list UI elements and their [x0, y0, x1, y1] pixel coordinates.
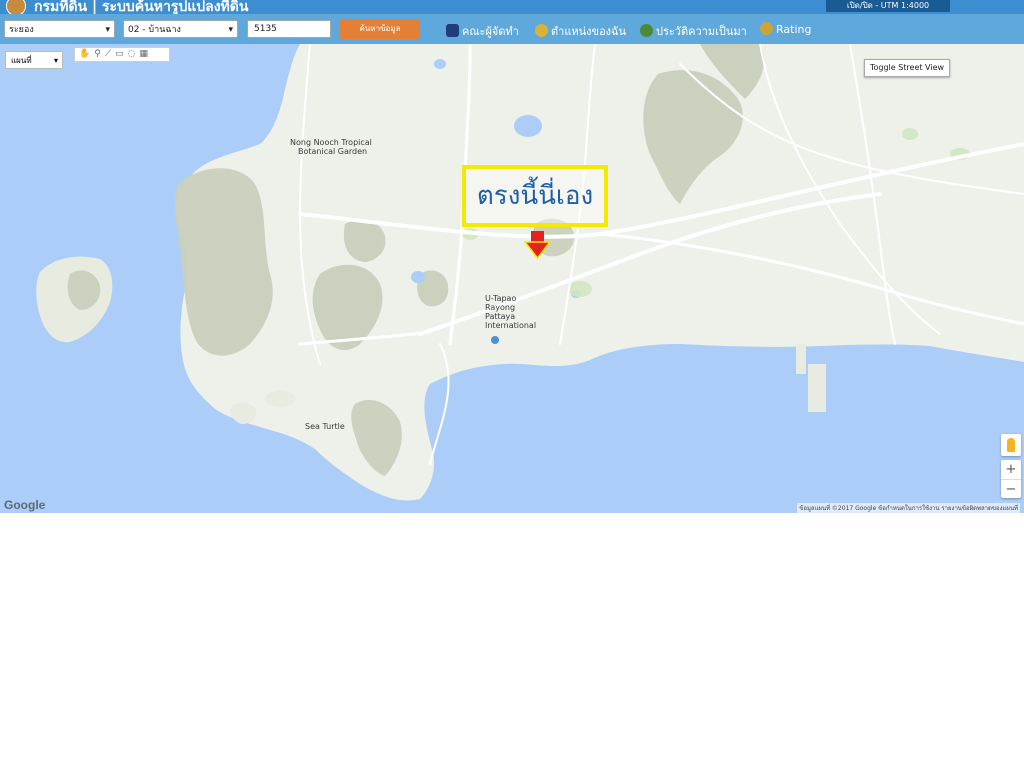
map-label-international: International: [485, 321, 537, 330]
location-callout: ตรงนี้นี่เอง: [462, 165, 608, 227]
map-label-botanical-garden: Botanical Garden: [298, 147, 368, 156]
map-attribution[interactable]: ข้อมูลแผนที่ ©2017 Google ข้อกำหนดในการใ…: [797, 503, 1020, 513]
google-logo: Google: [4, 498, 46, 512]
rating-icon: [760, 22, 773, 35]
map-label-utapao: U-Tapao: [485, 294, 517, 303]
utm-toggle-button[interactable]: เปิด/ปิด - UTM 1:4000: [826, 0, 950, 12]
street-view-toggle-button[interactable]: Toggle Street View: [864, 59, 950, 77]
land-department-logo-icon: [6, 0, 26, 14]
zoom-out-button[interactable]: −: [1001, 480, 1021, 499]
nav-my-location[interactable]: ตำแหน่งของฉัน: [535, 22, 626, 40]
map-canvas[interactable]: [0, 44, 1024, 513]
map-type-select[interactable]: แผนที่ ▾: [5, 51, 63, 69]
drawing-tools[interactable]: ✋⚲⟋▭◌▦: [74, 47, 170, 62]
nav-history[interactable]: ประวัติความเป็นมา: [640, 22, 747, 40]
nav-team[interactable]: คณะผู้จัดทำ: [446, 22, 519, 40]
chevron-down-icon: ▾: [53, 56, 58, 65]
nav-history-label: ประวัติความเป็นมา: [656, 25, 747, 38]
zoom-control: + −: [1001, 460, 1021, 498]
nav-rating-label: Rating: [776, 23, 812, 36]
polyline-icon[interactable]: ⟋: [105, 49, 115, 59]
search-toolbar: ระยอง ▾ 02 - บ้านฉาง ▾ 5135 ค้นหาข้อมูล …: [0, 14, 1024, 44]
history-icon: [640, 24, 653, 37]
rectangle-icon[interactable]: ▭: [115, 49, 128, 59]
land-department-map-screen: Nong Nooch Tropical Botanical Garden U-T…: [0, 0, 1024, 513]
team-icon: [446, 24, 459, 37]
chevron-down-icon: ▾: [105, 25, 110, 35]
map-label-rayong: Rayong: [485, 303, 516, 312]
hand-icon[interactable]: ✋: [79, 49, 94, 59]
map-type-value: แผนที่: [11, 56, 32, 65]
marker-icon[interactable]: ⚲: [94, 49, 105, 59]
province-select[interactable]: ระยอง ▾: [4, 20, 115, 38]
map-label-nong-nooch: Nong Nooch Tropical: [290, 138, 372, 147]
page-title: กรมที่ดิน | ระบบค้นหารูปแปลงที่ดิน: [34, 0, 249, 14]
nav-team-label: คณะผู้จัดทำ: [462, 25, 519, 38]
map-graphic: [0, 44, 1024, 513]
district-select[interactable]: 02 - บ้านฉาง ▾: [123, 20, 238, 38]
province-value: ระยอง: [9, 25, 34, 35]
parcel-number-input[interactable]: 5135: [247, 20, 331, 38]
search-button[interactable]: ค้นหาข้อมูล: [340, 19, 420, 39]
zoom-in-button[interactable]: +: [1001, 460, 1021, 479]
title-bar: กรมที่ดิน | ระบบค้นหารูปแปลงที่ดิน เปิด/…: [0, 0, 1024, 14]
map-label-sea-turtle: Sea Turtle: [305, 422, 345, 431]
measure-icon[interactable]: ▦: [140, 49, 153, 59]
nav-rating[interactable]: Rating: [760, 22, 811, 36]
district-value: 02 - บ้านฉาง: [128, 25, 181, 35]
map-label-pattaya: Pattaya: [485, 312, 516, 321]
my-location-icon: [535, 24, 548, 37]
chevron-down-icon: ▾: [228, 25, 233, 35]
pegman-icon[interactable]: [1001, 434, 1021, 456]
circle-icon[interactable]: ◌: [128, 49, 140, 59]
nav-my-location-label: ตำแหน่งของฉัน: [551, 25, 627, 38]
